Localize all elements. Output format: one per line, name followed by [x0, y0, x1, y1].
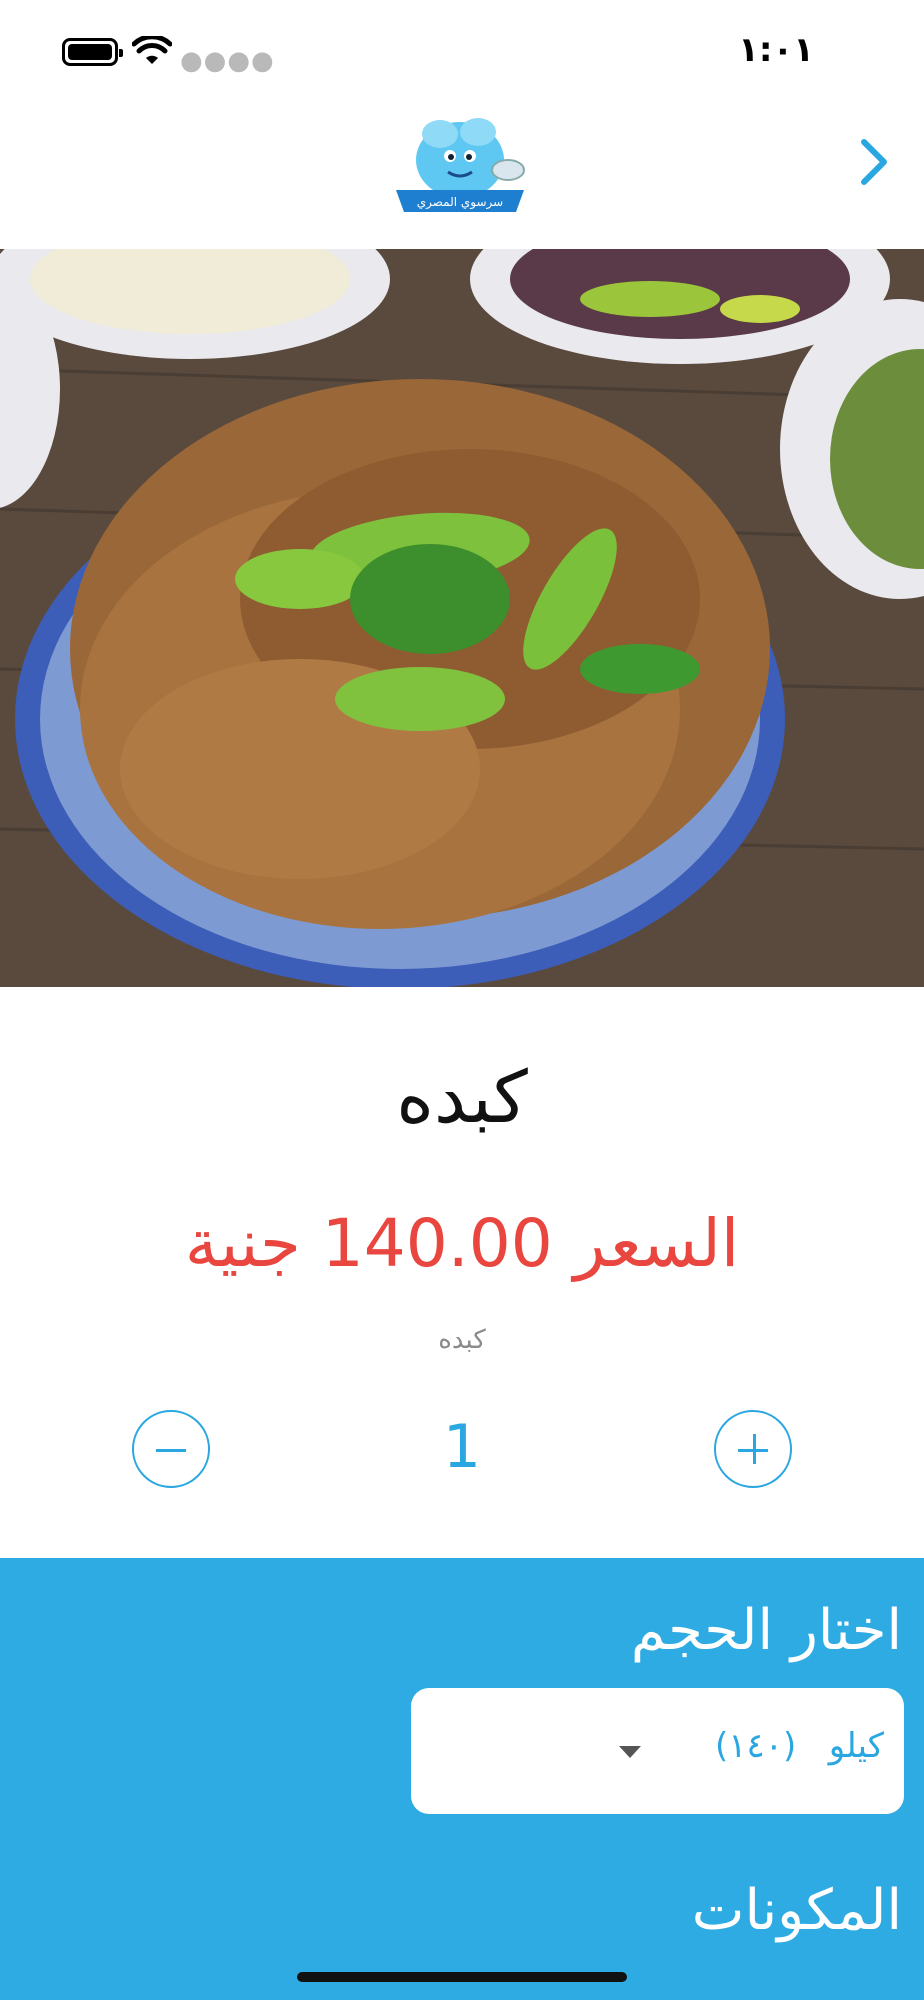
- components-heading: المكونات: [691, 1878, 902, 1943]
- nav-header: سرسوي المصري: [0, 100, 924, 249]
- size-select-value: كيلو (١٤٠): [714, 1726, 884, 1766]
- product-image: [0, 249, 924, 987]
- size-select[interactable]: كيلو (١٤٠): [411, 1688, 904, 1814]
- wifi-icon: [132, 36, 172, 64]
- signal-dots-icon: ●●●●: [180, 46, 275, 76]
- options-panel: اختار الحجم كيلو (١٤٠) المكونات: [0, 1558, 924, 2000]
- plus-circle-icon[interactable]: [714, 1410, 792, 1488]
- product-name: كبده: [396, 1055, 528, 1139]
- size-heading: اختار الحجم: [630, 1598, 902, 1663]
- status-time: ١:٠١: [738, 30, 814, 70]
- logo-text: سرسوي المصري: [417, 195, 503, 210]
- caret-down-icon: [619, 1746, 641, 1758]
- status-bar: ●●●● ١:٠١: [0, 0, 924, 100]
- minus-circle-icon[interactable]: [132, 1410, 210, 1488]
- product-description: كبده: [438, 1325, 486, 1355]
- restaurant-logo: سرسوي المصري: [396, 118, 525, 212]
- quantity-value: 1: [442, 1412, 482, 1482]
- product-price: السعر 140.00 جنية: [184, 1205, 740, 1282]
- chevron-right-icon[interactable]: [854, 136, 894, 188]
- battery-icon: [62, 38, 123, 66]
- home-indicator[interactable]: [297, 1972, 627, 1982]
